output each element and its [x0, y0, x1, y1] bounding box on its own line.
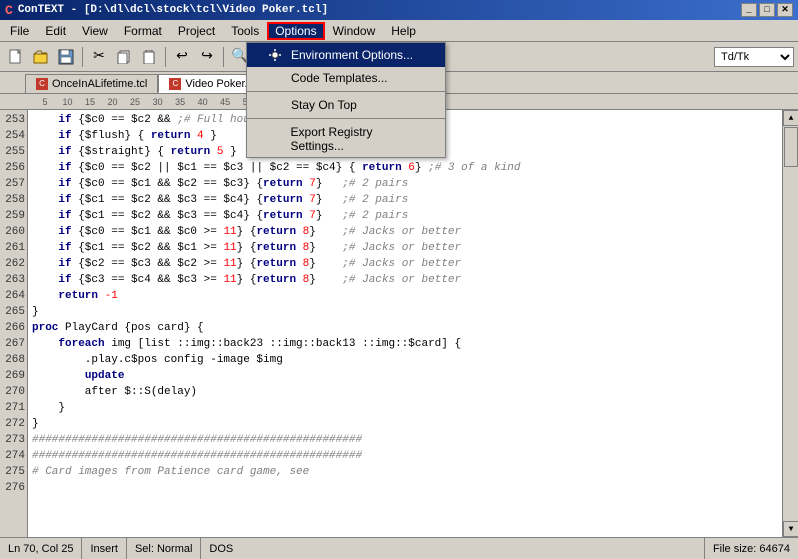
code-line-270: update [32, 368, 778, 384]
scroll-down-button[interactable]: ▼ [783, 521, 798, 537]
save-button[interactable] [54, 45, 78, 69]
menu-help[interactable]: Help [383, 22, 424, 40]
code-line-272: } [32, 400, 778, 416]
export-registry-label: Export Registry Settings... [291, 125, 425, 153]
menu-format[interactable]: Format [116, 22, 170, 40]
app-icon: C [5, 3, 13, 18]
copy-button[interactable] [112, 45, 136, 69]
menu-tools[interactable]: Tools [223, 22, 267, 40]
selection-mode-text: Sel: Normal [135, 543, 192, 555]
code-line-274: ########################################… [32, 432, 778, 448]
environment-options-icon [267, 47, 283, 63]
scroll-track[interactable] [783, 126, 798, 521]
dropdown-separator-2 [247, 118, 445, 119]
toolbar-sep-3 [223, 47, 224, 67]
options-dropdown-menu: Environment Options... Code Templates...… [246, 42, 446, 158]
code-line-259: if {$c1 == $c2 && $c3 == $c4} {return 7}… [32, 208, 778, 224]
edit-mode: Insert [82, 538, 127, 559]
tab-label-1: OnceInALifetime.tcl [52, 78, 147, 90]
menu-window[interactable]: Window [325, 22, 384, 40]
cursor-position: Ln 70, Col 25 [0, 538, 82, 559]
code-templates-label: Code Templates... [291, 71, 388, 85]
new-button[interactable] [4, 45, 28, 69]
menu-stay-on-top[interactable]: Stay On Top [247, 94, 445, 116]
code-line-256: if {$c0 == $c2 || $c1 == $c3 || $c2 == $… [32, 160, 778, 176]
scroll-up-button[interactable]: ▲ [783, 110, 798, 126]
scroll-thumb[interactable] [784, 127, 798, 167]
cut-button[interactable]: ✂ [87, 45, 111, 69]
code-line-261: if {$c1 == $c2 && $c1 >= 11} {return 8} … [32, 240, 778, 256]
code-line-276: # Card images from Patience card game, s… [32, 464, 778, 480]
open-button[interactable] [29, 45, 53, 69]
code-editor[interactable]: if {$c0 == $c2 && ;# Full house if {$flu… [28, 110, 782, 537]
menu-code-templates[interactable]: Code Templates... [247, 67, 445, 89]
menu-file[interactable]: File [2, 22, 37, 40]
code-line-275: ########################################… [32, 448, 778, 464]
encoding-info: DOS [201, 538, 705, 559]
line-numbers: 253 254 255 256 257 258 259 260 261 262 … [0, 110, 28, 537]
code-line-262: if {$c2 == $c3 && $c2 >= 11} {return 8} … [32, 256, 778, 272]
toolbar-right: Td/Tk [714, 47, 794, 67]
code-line-271: after $::S(delay) [32, 384, 778, 400]
minimize-button[interactable]: _ [741, 3, 757, 17]
selection-mode: Sel: Normal [127, 538, 201, 559]
stay-on-top-label: Stay On Top [291, 98, 357, 112]
close-button[interactable]: ✕ [777, 3, 793, 17]
status-bar: Ln 70, Col 25 Insert Sel: Normal DOS Fil… [0, 537, 798, 559]
code-line-263: if {$c3 == $c4 && $c3 >= 11} {return 8} … [32, 272, 778, 288]
code-line-266: } [32, 304, 778, 320]
redo-button[interactable]: ↪ [195, 45, 219, 69]
code-line-268: foreach img [list ::img::back23 ::img::b… [32, 336, 778, 352]
menu-export-registry[interactable]: Export Registry Settings... [247, 121, 445, 157]
code-line-258: if {$c1 == $c2 && $c3 == $c4} {return 7}… [32, 192, 778, 208]
title-bar-left: C ConTEXT - [D:\dl\dcl\stock\tcl\Video P… [5, 3, 328, 18]
edit-mode-text: Insert [90, 543, 118, 555]
maximize-button[interactable]: □ [759, 3, 775, 17]
undo-button[interactable]: ↩ [170, 45, 194, 69]
toolbar-sep-2 [165, 47, 166, 67]
dropdown-separator [247, 91, 445, 92]
code-line-273: } [32, 416, 778, 432]
menu-options[interactable]: Options [267, 22, 324, 40]
environment-options-label: Environment Options... [291, 48, 413, 62]
code-line-265: return -1 [32, 288, 778, 304]
encoding-text: DOS [209, 543, 233, 555]
paste-button[interactable] [137, 45, 161, 69]
code-line-269: .play.c$pos config -image $img [32, 352, 778, 368]
filesize-info: File size: 64674 [705, 538, 798, 559]
title-bar-buttons: _ □ ✕ [741, 3, 793, 17]
code-line-267: proc PlayCard {pos card} { [32, 320, 778, 336]
vertical-scrollbar[interactable]: ▲ ▼ [782, 110, 798, 537]
cursor-position-text: Ln 70, Col 25 [8, 543, 73, 555]
main-area: 253 254 255 256 257 258 259 260 261 262 … [0, 110, 798, 537]
menu-view[interactable]: View [74, 22, 116, 40]
filesize-text: File size: 64674 [713, 543, 790, 555]
menu-environment-options[interactable]: Environment Options... [247, 43, 445, 67]
title-text: ConTEXT - [D:\dl\dcl\stock\tcl\Video Pok… [18, 4, 328, 16]
code-line-257: if {$c0 == $c1 && $c2 == $c3} {return 7}… [32, 176, 778, 192]
menu-edit[interactable]: Edit [37, 22, 74, 40]
syntax-selector[interactable]: Td/Tk [714, 47, 794, 67]
menu-project[interactable]: Project [170, 22, 223, 40]
menu-bar: File Edit View Format Project Tools Opti… [0, 20, 798, 42]
title-bar: C ConTEXT - [D:\dl\dcl\stock\tcl\Video P… [0, 0, 798, 20]
tab-onceinaliftime[interactable]: C OnceInALifetime.tcl [25, 74, 158, 93]
toolbar-sep-1 [82, 47, 83, 67]
code-line-260: if {$c0 == $c1 && $c0 >= 11} {return 8} … [32, 224, 778, 240]
